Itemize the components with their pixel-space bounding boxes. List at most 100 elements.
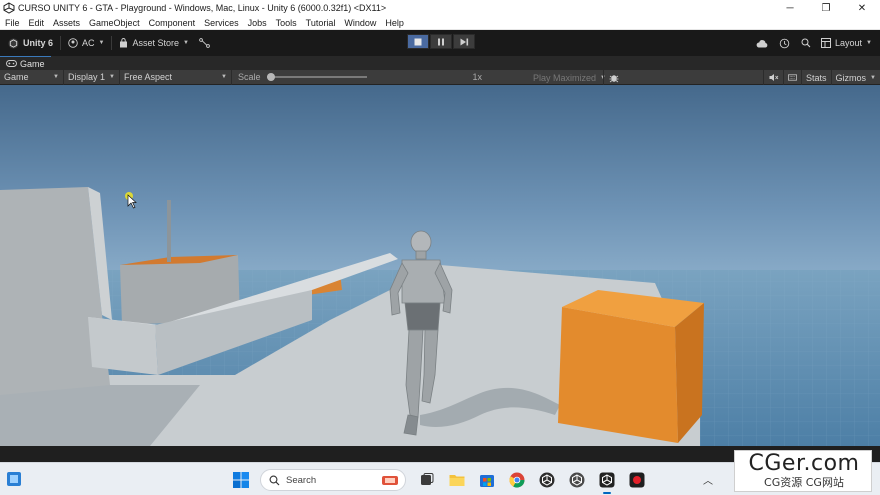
account-label: AC — [82, 38, 95, 48]
taskbar-chrome[interactable] — [508, 471, 526, 489]
menu-component[interactable]: Component — [149, 18, 196, 28]
search-icon — [801, 38, 811, 48]
stats-toggle[interactable]: Stats — [801, 70, 831, 85]
layout-icon — [821, 38, 832, 48]
menu-tutorial[interactable]: Tutorial — [306, 18, 336, 28]
menu-jobs[interactable]: Jobs — [248, 18, 267, 28]
account-icon — [68, 38, 78, 48]
search-icon — [269, 475, 280, 485]
bag-icon — [120, 38, 128, 48]
maximize-button[interactable]: ❐ — [808, 0, 844, 16]
version-control-button[interactable] — [194, 34, 219, 52]
watermark-sub: CG资源 CG网站 — [764, 476, 844, 489]
step-forward-icon — [460, 38, 468, 45]
play-button[interactable] — [407, 34, 429, 49]
taskbar-search-box[interactable]: Search — [260, 469, 406, 491]
pause-icon — [438, 38, 444, 45]
scale-slider[interactable] — [266, 73, 367, 81]
chevron-down-icon: ▼ — [183, 40, 189, 46]
taskbar-unity[interactable] — [568, 471, 586, 489]
chevron-down-icon: ▼ — [870, 74, 876, 81]
play-maximized-label: Play Maximized — [533, 72, 597, 83]
account-dropdown[interactable]: AC ▼ — [63, 34, 109, 52]
chevron-down-icon: ▼ — [221, 74, 227, 80]
menu-help[interactable]: Help — [385, 18, 404, 28]
branch-icon — [199, 38, 210, 48]
tray-overflow-chevron-icon[interactable]: ︿ — [703, 472, 713, 487]
unity-account-button[interactable]: Unity 6 — [3, 34, 58, 52]
play-maximized-dropdown[interactable]: Play Maximized ▼ — [529, 70, 606, 85]
taskbar-search-placeholder: Search — [286, 474, 317, 486]
unity-cube-icon — [8, 37, 19, 49]
game-view-toolbar: Game ▼ Display 1 ▼ Free Aspect ▼ Scale 1… — [0, 69, 880, 85]
scale-label: Scale — [238, 72, 261, 82]
stats-label: Stats — [806, 72, 827, 83]
toolbar-divider — [111, 36, 113, 50]
layout-dropdown[interactable]: Layout ▼ — [821, 38, 872, 48]
game-toolbar-right: Play Maximized ▼ Stats Gizmos ▼ — [529, 70, 880, 85]
unity-version-label: Unity 6 — [23, 38, 54, 48]
menu-file[interactable]: File — [5, 18, 20, 28]
watermark: CGer.com CG资源 CG网站 — [734, 450, 872, 492]
task-view-button[interactable] — [418, 471, 436, 489]
minimize-button[interactable]: ─ — [772, 0, 808, 16]
bug-icon — [609, 74, 619, 82]
stop-icon — [414, 38, 422, 45]
taskbar-unity-editor[interactable] — [598, 471, 616, 494]
taskbar-file-explorer[interactable] — [448, 471, 466, 489]
game-viewport[interactable] — [0, 85, 880, 446]
gizmos-label: Gizmos — [835, 72, 867, 83]
keyboard-shortcuts-toggle[interactable] — [783, 70, 801, 85]
unity-hub-icon — [539, 472, 555, 488]
menu-window[interactable]: Window — [344, 18, 376, 28]
chevron-down-icon: ▼ — [98, 40, 105, 46]
antenna-pole — [167, 200, 171, 262]
menu-services[interactable]: Services — [204, 18, 239, 28]
menu-tools[interactable]: Tools — [276, 18, 297, 28]
tab-game-label: Game — [20, 58, 45, 69]
display-dropdown[interactable]: Display 1 ▼ — [64, 69, 120, 85]
history-icon — [779, 38, 789, 48]
display-label: Display 1 — [68, 72, 106, 82]
toolbar-divider — [60, 36, 62, 50]
taskbar-unity-hub[interactable] — [538, 471, 556, 489]
window-title: CURSO UNITY 6 - GTA - Playground - Windo… — [18, 3, 387, 13]
step-button[interactable] — [453, 34, 475, 49]
view-mode-dropdown[interactable]: Game ▼ — [0, 69, 64, 85]
pause-button[interactable] — [430, 34, 452, 49]
menu-gameobject[interactable]: GameObject — [89, 18, 140, 28]
windows-start-icon[interactable] — [232, 471, 250, 489]
record-icon — [629, 472, 645, 488]
widgets-icon[interactable] — [6, 471, 22, 487]
search-highlight-icon — [382, 476, 398, 485]
watermark-main: CGer.com — [748, 451, 860, 476]
bug-toggle[interactable] — [603, 70, 623, 85]
scale-value: 1x — [472, 72, 483, 82]
aspect-dropdown[interactable]: Free Aspect ▼ — [120, 69, 232, 85]
taskbar-recorder[interactable] — [628, 471, 646, 489]
chrome-icon — [509, 472, 525, 488]
tab-game[interactable]: Game — [0, 56, 51, 70]
menu-assets[interactable]: Assets — [53, 18, 80, 28]
asset-store-dropdown[interactable]: Asset Store ▼ — [114, 34, 193, 52]
unity-editor-icon — [599, 472, 615, 488]
mute-audio-toggle[interactable] — [763, 70, 783, 85]
undo-history-button[interactable] — [773, 38, 795, 49]
gizmos-dropdown[interactable]: Gizmos ▼ — [830, 70, 880, 85]
cloud-button[interactable] — [751, 39, 773, 48]
folder-icon — [449, 475, 465, 486]
search-button[interactable] — [795, 38, 817, 48]
menu-bar: File Edit Assets GameObject Component Se… — [0, 16, 880, 30]
close-button[interactable]: ✕ — [844, 0, 880, 16]
taskbar-store[interactable] — [478, 471, 496, 489]
scale-slider-knob[interactable] — [266, 73, 275, 81]
menu-edit[interactable]: Edit — [29, 18, 45, 28]
chevron-down-icon: ▼ — [109, 74, 115, 80]
layout-label: Layout — [835, 38, 863, 48]
window-title-bar: CURSO UNITY 6 - GTA - Playground - Windo… — [0, 0, 880, 16]
chevron-down-icon: ▼ — [53, 74, 59, 80]
scale-control: Scale 1x — [232, 72, 488, 82]
window-controls: ─ ❐ ✕ — [772, 0, 880, 16]
low-wall-end — [88, 317, 158, 375]
cloud-icon — [756, 39, 768, 47]
